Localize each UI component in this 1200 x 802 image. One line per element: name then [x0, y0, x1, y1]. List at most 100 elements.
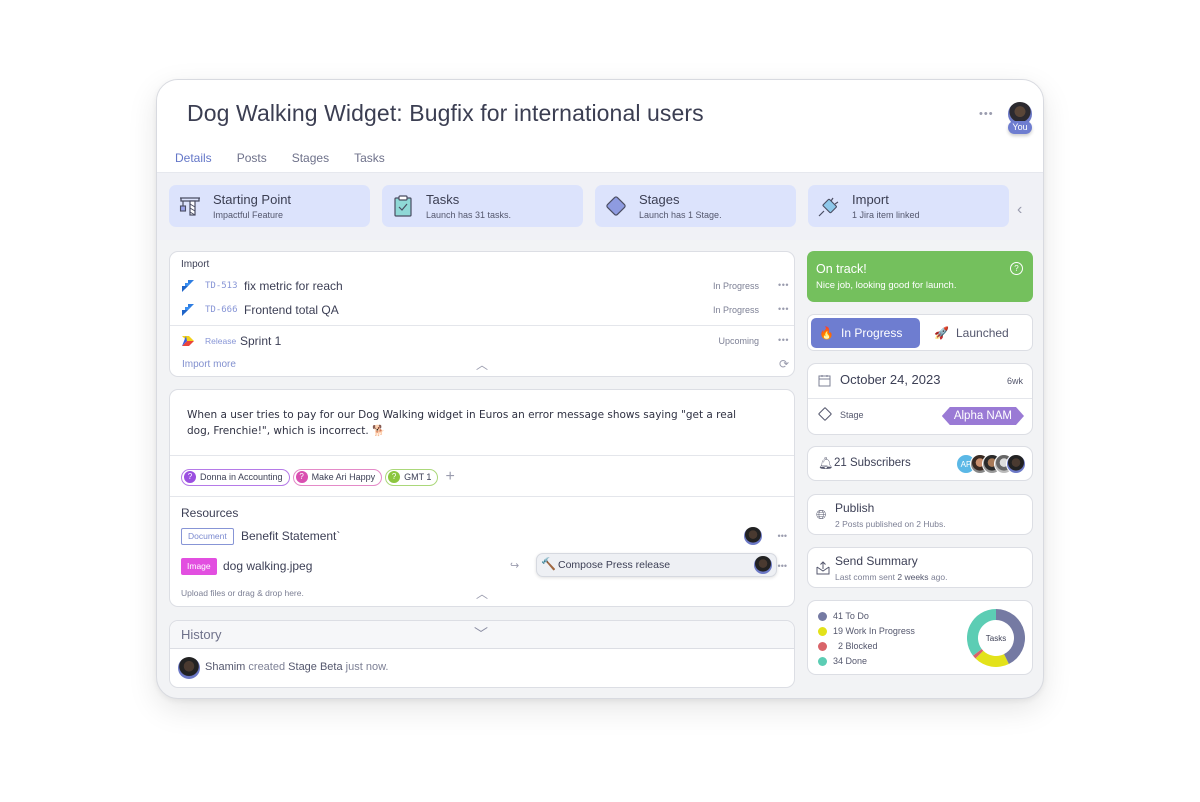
subscribers-count: 21 Subscribers: [834, 457, 911, 469]
issue-key[interactable]: TD-666: [205, 305, 238, 315]
owner-avatar[interactable]: [744, 527, 762, 545]
subscribers-card[interactable]: 🔔︎ 21 Subscribers AP: [807, 446, 1033, 481]
last-comm-label: Last comm sent: [835, 572, 895, 582]
divider: [170, 455, 794, 456]
tag-gmt-1[interactable]: ? GMT 1: [385, 468, 439, 486]
assignee-avatar[interactable]: [754, 556, 772, 574]
issue-name[interactable]: Frontend total QA: [244, 303, 339, 317]
card-title: Starting Point: [213, 192, 292, 207]
history-avatar: [178, 657, 200, 679]
history-object[interactable]: Stage Beta: [288, 661, 342, 673]
resource-item[interactable]: Document Benefit Statement` •••: [181, 527, 787, 547]
resource-name[interactable]: Benefit Statement`: [241, 529, 340, 543]
tag-donna-in-accounting[interactable]: ? Donna in Accounting: [181, 468, 290, 486]
item-menu-button[interactable]: •••: [778, 304, 789, 314]
release-name[interactable]: Sprint 1: [240, 334, 281, 348]
card-title: Import: [852, 192, 889, 207]
item-menu-button[interactable]: •••: [778, 335, 789, 345]
bell-icon: 🔔︎: [818, 456, 834, 470]
item-menu-button[interactable]: •••: [778, 280, 789, 290]
last-comm-suffix: ago.: [930, 572, 948, 582]
tasks-donut-chart[interactable]: Tasks: [966, 608, 1026, 668]
status-in-progress[interactable]: 🔥 In Progress: [811, 318, 920, 348]
help-icon[interactable]: ?: [1010, 262, 1023, 275]
relative-date: 6wk: [1006, 376, 1023, 386]
tab-tasks[interactable]: Tasks: [354, 151, 385, 174]
collapse-chevron-up-icon[interactable]: ︿: [476, 585, 488, 602]
tab-posts[interactable]: Posts: [237, 151, 267, 174]
collapse-chevron-up-icon[interactable]: ︿: [476, 356, 488, 373]
tab-stages[interactable]: Stages: [292, 151, 329, 174]
stages-card[interactable]: Stages Launch has 1 Stage.: [595, 185, 796, 227]
question-icon: ?: [184, 471, 196, 483]
import-title: Import: [181, 259, 210, 270]
tag-make-ari-happy[interactable]: ? Make Ari Happy: [292, 468, 383, 486]
publish-subtitle: 2 Posts published on 2 Hubs.: [835, 519, 946, 529]
history-user[interactable]: Shamim: [205, 661, 245, 673]
envelope-upload-icon: [816, 561, 830, 575]
import-panel: Import TD-513 fix metric for reach In Pr…: [169, 251, 795, 377]
posts-count: 2 Posts: [835, 519, 864, 529]
resource-name[interactable]: dog walking.jpeg: [223, 559, 312, 573]
tasks-card[interactable]: Tasks Launch has 31 tasks.: [382, 185, 583, 227]
slice-done[interactable]: [967, 609, 996, 656]
release-item[interactable]: Release Sprint 1 Upcoming •••: [181, 333, 789, 351]
status-label: In Progress: [841, 326, 903, 340]
issue-key[interactable]: TD-513: [205, 281, 238, 291]
donut-center-label: Tasks: [986, 634, 1006, 643]
history-header[interactable]: History ﹀: [170, 621, 794, 649]
legend-label: 19 Work In Progress: [833, 626, 915, 636]
resource-item[interactable]: Image dog walking.jpeg ↪ 🔨 Compose Press…: [181, 553, 787, 577]
calendar-icon: [818, 375, 831, 387]
import-more-link[interactable]: Import more: [182, 359, 236, 370]
publish-title: Publish: [835, 501, 875, 515]
item-menu-button[interactable]: •••: [778, 561, 787, 571]
refresh-icon[interactable]: ⟳: [779, 357, 789, 371]
resources-title: Resources: [181, 506, 239, 520]
divider: [808, 398, 1032, 399]
description-text[interactable]: When a user tries to pay for our Dog Wal…: [187, 407, 757, 439]
import-card[interactable]: Import 1 Jira item linked: [808, 185, 1009, 227]
add-tag-button[interactable]: +: [445, 468, 454, 486]
starting-point-card[interactable]: Starting Point Impactful Feature: [169, 185, 370, 227]
import-item[interactable]: TD-513 fix metric for reach In Progress …: [181, 278, 789, 296]
chevron-down-icon[interactable]: ﹀: [474, 624, 488, 644]
health-title: On track!: [816, 262, 867, 276]
publish-card[interactable]: 🌐︎ Publish 2 Posts published on 2 Hubs.: [807, 494, 1033, 535]
send-summary-card[interactable]: Send Summary Last comm sent 2 weeks ago.: [807, 547, 1033, 588]
release-status: Upcoming: [718, 336, 759, 346]
more-options-button[interactable]: •••: [979, 108, 994, 120]
launch-status-toggle: 🔥 In Progress 🚀 Launched: [807, 314, 1033, 351]
history-action: created: [248, 661, 286, 673]
last-comm-value: 2 weeks: [897, 572, 929, 582]
rocket-icon: 🚀: [934, 326, 949, 340]
item-menu-button[interactable]: •••: [778, 531, 787, 541]
send-summary-title: Send Summary: [835, 554, 918, 568]
legend-swatch: [818, 657, 827, 666]
jira-icon: [182, 280, 194, 292]
issue-name[interactable]: fix metric for reach: [244, 279, 343, 293]
chevron-left-icon[interactable]: ‹: [1017, 201, 1022, 219]
linked-task[interactable]: 🔨 Compose Press release: [536, 553, 777, 577]
divider: [170, 496, 794, 497]
status-launched[interactable]: 🚀 Launched: [926, 318, 1030, 348]
question-icon: ?: [388, 471, 401, 483]
card-subtitle: Impactful Feature: [213, 210, 284, 220]
hammer-icon: 🔨: [541, 557, 556, 571]
diamond-icon: [606, 196, 626, 216]
stage-tag[interactable]: Alpha NAM: [942, 407, 1024, 425]
tab-details[interactable]: Details: [175, 151, 212, 174]
crane-icon: [179, 197, 200, 216]
legend-swatch: [818, 612, 827, 621]
tasks-chart-card: 41 To Do 19 Work In Progress 2 Blocked 3…: [807, 600, 1033, 675]
status-label: Launched: [956, 326, 1009, 340]
plug-icon: [818, 197, 839, 217]
legend-label: 2 Blocked: [833, 641, 878, 651]
stage-diamond-icon: [817, 406, 833, 422]
import-item[interactable]: TD-666 Frontend total QA In Progress •••: [181, 302, 789, 320]
release-icon: [182, 336, 194, 346]
upload-dropzone[interactable]: Upload files or drag & drop here.: [181, 588, 304, 598]
launch-date[interactable]: October 24, 2023: [840, 372, 940, 387]
divider: [170, 325, 794, 326]
link-arrow-icon: ↪: [510, 560, 520, 572]
